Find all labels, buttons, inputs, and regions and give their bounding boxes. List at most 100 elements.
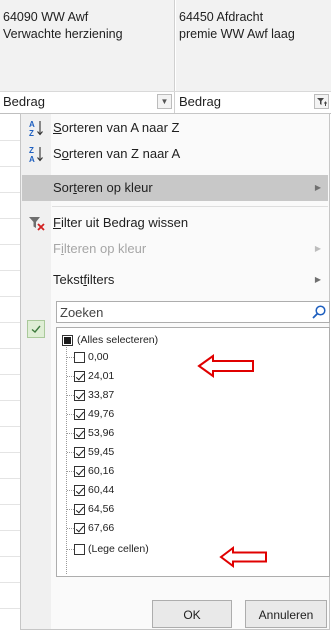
grid-line <box>0 400 20 401</box>
tree-connector <box>67 509 74 510</box>
list-item-label: 60,44 <box>88 484 115 496</box>
list-item[interactable]: 60,16 <box>59 463 319 480</box>
list-item-label: 59,45 <box>88 446 115 458</box>
value-checkbox[interactable] <box>74 371 85 382</box>
column-header-64090[interactable]: 64090 WW Awf Verwachte herziening <box>0 0 175 91</box>
grid-line <box>0 608 20 609</box>
search-input[interactable] <box>57 302 310 322</box>
autofilter-dropdown-panel: A Z Sorteren van A naar Z Z A Sorteren v… <box>20 113 330 630</box>
filter-active-icon[interactable] <box>314 94 329 109</box>
filter-cell-bedrag-1[interactable]: Bedrag <box>0 92 175 113</box>
menu-item-filter-by-color[interactable]: Filteren op kleur ▶ <box>22 236 328 262</box>
list-item-select-all[interactable]: (Alles selecteren) <box>59 332 319 349</box>
list-item-label: (Alles selecteren) <box>77 334 159 346</box>
list-item-label: 0,00 <box>88 351 109 363</box>
grid-line <box>0 530 20 531</box>
grid-line <box>0 166 20 167</box>
tree-connector <box>67 528 74 529</box>
grid-line <box>0 556 20 557</box>
select-all-checkbox[interactable] <box>62 335 73 346</box>
list-item[interactable]: 60,44 <box>59 482 319 499</box>
cancel-button[interactable]: Annuleren <box>245 600 327 628</box>
filter-dropdown-button[interactable]: ▼ <box>157 94 172 109</box>
value-checklist[interactable]: (Alles selecteren) 0,00 24,01 33,87 49,7… <box>56 327 330 577</box>
value-checkbox[interactable] <box>74 428 85 439</box>
tree-connector <box>67 471 74 472</box>
tree-connector <box>67 414 74 415</box>
tree-connector <box>67 452 74 453</box>
value-checkbox[interactable] <box>74 352 85 363</box>
filter-cell-bedrag-2[interactable]: Bedrag <box>176 92 331 113</box>
svg-text:A: A <box>29 155 35 163</box>
list-item[interactable]: 49,76 <box>59 406 319 423</box>
grid-line <box>0 348 20 349</box>
svg-text:Z: Z <box>29 146 34 155</box>
search-icon[interactable] <box>311 304 327 320</box>
value-checkbox[interactable] <box>74 504 85 515</box>
list-item[interactable]: 33,87 <box>59 387 319 404</box>
filter-header-row: Bedrag ▼ Bedrag <box>0 91 331 114</box>
menu-item-label: Sorteren op kleur <box>53 180 153 195</box>
menu-item-sort-descending[interactable]: Z A Sorteren van Z naar A <box>22 141 328 167</box>
menu-item-sort-ascending[interactable]: A Z Sorteren van A naar Z <box>22 115 328 141</box>
value-checkbox[interactable] <box>74 466 85 477</box>
menu-item-label: Sorteren van A naar Z <box>53 120 180 135</box>
list-item[interactable]: 53,96 <box>59 425 319 442</box>
filter-cell-label: Bedrag <box>179 94 221 109</box>
submenu-arrow-icon: ▶ <box>314 275 321 284</box>
grid-line <box>0 192 20 193</box>
value-checkbox[interactable] <box>74 390 85 401</box>
value-checkbox[interactable] <box>74 447 85 458</box>
sort-descending-icon: Z A <box>28 145 46 164</box>
list-item[interactable]: 64,56 <box>59 501 319 518</box>
list-item-label: 53,96 <box>88 427 115 439</box>
list-item[interactable]: 24,01 <box>59 368 319 385</box>
menu-item-label: Sorteren van Z naar A <box>53 146 181 161</box>
list-item-label: 33,87 <box>88 389 115 401</box>
list-item[interactable]: 0,00 <box>59 349 319 366</box>
filter-cell-label: Bedrag <box>3 94 45 109</box>
checkmark-icon <box>27 320 45 338</box>
column-header-line2: Verwachte herziening <box>3 27 123 41</box>
list-item-label: (Lege cellen) <box>88 543 149 555</box>
submenu-arrow-icon: ▶ <box>314 244 321 253</box>
grid-line <box>0 478 20 479</box>
menu-item-text-filters[interactable]: Tekstfilters ▶ <box>22 267 328 293</box>
column-header-64450[interactable]: 64450 Afdracht premie WW Awf laag <box>176 0 331 91</box>
grid-line <box>0 296 20 297</box>
menu-item-sort-by-color[interactable]: Sorteren op kleur ▶ <box>22 175 328 201</box>
grid-line <box>0 218 20 219</box>
grid-line <box>0 504 20 505</box>
menu-separator <box>52 206 328 207</box>
grid-line <box>0 140 20 141</box>
sort-ascending-icon: A Z <box>28 119 46 138</box>
svg-text:A: A <box>29 120 35 129</box>
value-checkbox[interactable] <box>74 409 85 420</box>
list-item[interactable]: (Lege cellen) <box>59 541 319 558</box>
menu-item-label: Filter uit Bedrag wissen <box>53 215 189 230</box>
clear-filter-icon <box>28 214 46 232</box>
list-item[interactable]: 67,66 <box>59 520 319 537</box>
grid-line <box>0 244 20 245</box>
svg-text:Z: Z <box>29 129 34 137</box>
annotation-arrow-icon <box>219 546 267 568</box>
tree-connector <box>67 357 74 358</box>
submenu-arrow-icon: ▶ <box>314 183 321 192</box>
column-header-line2: premie WW Awf laag <box>179 27 295 41</box>
value-checkbox[interactable] <box>74 544 85 555</box>
column-header-line1: 64090 WW Awf <box>3 10 89 24</box>
tree-connector <box>67 376 74 377</box>
annotation-arrow-icon <box>197 354 254 378</box>
grid-line <box>0 322 20 323</box>
list-item-label: 49,76 <box>88 408 115 420</box>
grid-line <box>0 270 20 271</box>
tree-connector <box>67 433 74 434</box>
value-checkbox[interactable] <box>74 523 85 534</box>
menu-item-clear-filter[interactable]: Filter uit Bedrag wissen <box>22 210 328 236</box>
ok-button[interactable]: OK <box>152 600 232 628</box>
menu-item-label: Filteren op kleur <box>53 241 147 256</box>
list-item[interactable]: 59,45 <box>59 444 319 461</box>
grid-line <box>0 374 20 375</box>
grid-line <box>0 582 20 583</box>
value-checkbox[interactable] <box>74 485 85 496</box>
